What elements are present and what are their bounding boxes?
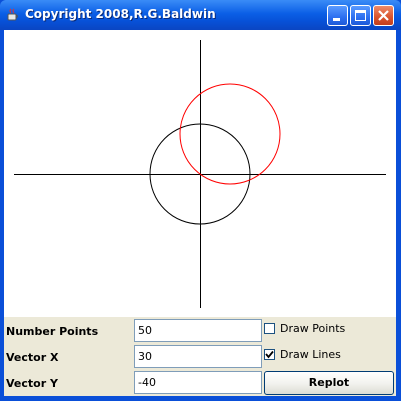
plot-canvas <box>4 30 396 317</box>
control-panel: Number Points 50 Draw Points Vector X 30… <box>4 317 396 396</box>
maximize-icon <box>355 10 366 21</box>
application-window: Copyright 2008,R.G.Baldwin Number Points… <box>0 0 401 401</box>
replot-button[interactable]: Replot <box>264 371 394 395</box>
vector-x-field[interactable]: 30 <box>134 345 262 368</box>
draw-lines-label[interactable]: Draw Lines <box>280 348 341 361</box>
vector-y-label: Vector Y <box>6 377 58 390</box>
minimize-icon <box>333 18 340 21</box>
draw-points-box[interactable] <box>264 323 275 334</box>
number-points-label: Number Points <box>6 325 99 338</box>
title-bar[interactable]: Copyright 2008,R.G.Baldwin <box>0 0 401 30</box>
vector-y-field[interactable]: -40 <box>134 371 262 394</box>
close-button[interactable] <box>373 5 394 26</box>
draw-lines-box[interactable] <box>264 349 275 360</box>
draw-points-label[interactable]: Draw Points <box>280 322 345 335</box>
window-bottom-border <box>0 396 401 401</box>
close-icon <box>378 10 389 21</box>
maximize-button[interactable] <box>350 5 371 26</box>
window-title: Copyright 2008,R.G.Baldwin <box>25 7 216 21</box>
number-points-field[interactable]: 50 <box>134 319 262 342</box>
checkmark-icon <box>265 350 274 359</box>
java-cup-icon <box>7 8 18 21</box>
vector-x-label: Vector X <box>6 351 59 364</box>
client-area: Number Points 50 Draw Points Vector X 30… <box>4 30 396 396</box>
minimize-button[interactable] <box>327 5 348 26</box>
